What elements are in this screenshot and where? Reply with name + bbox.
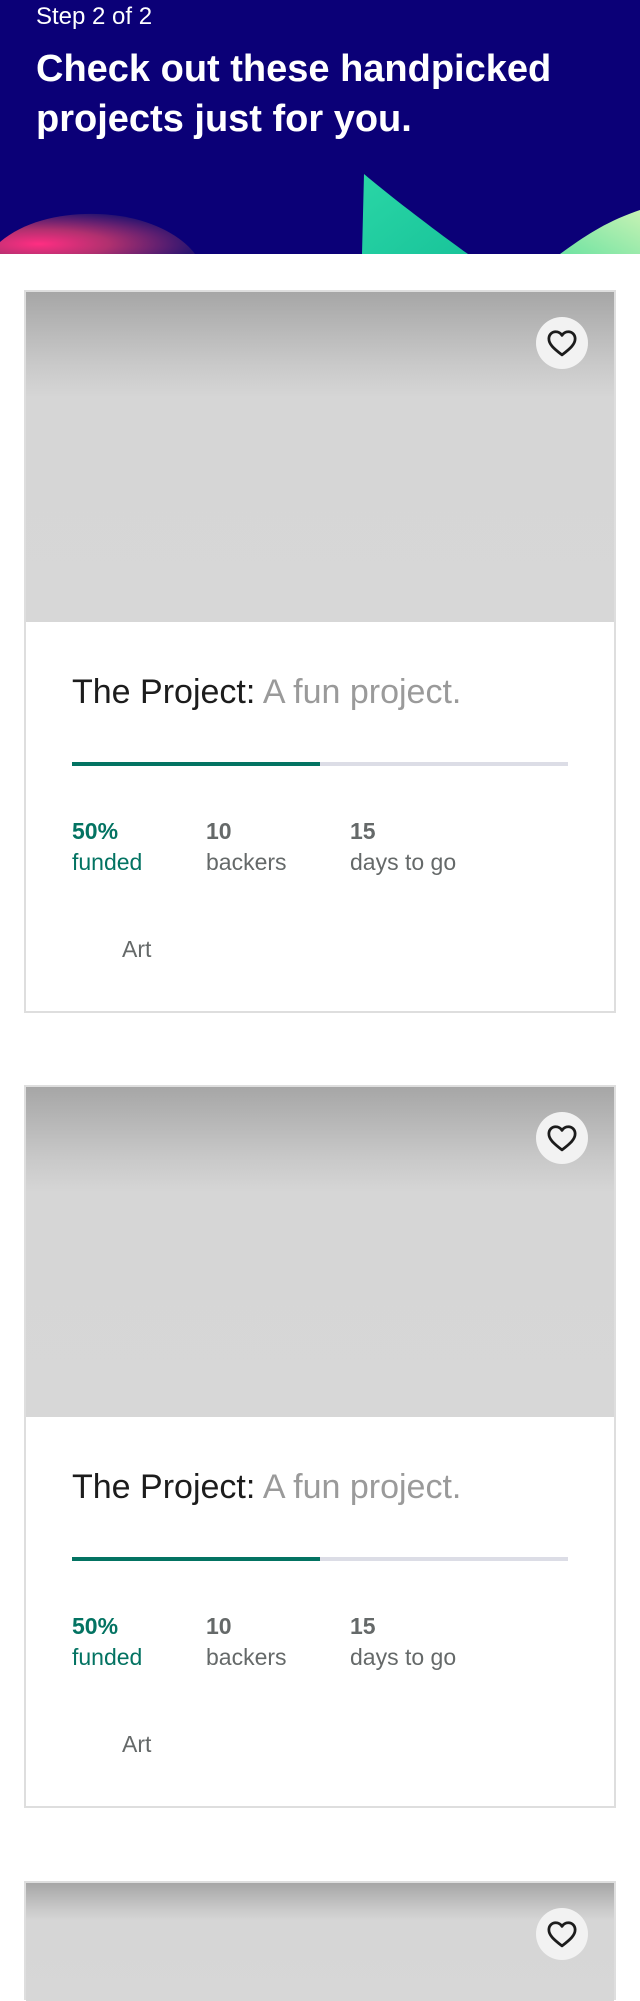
days-count: 15 bbox=[350, 818, 376, 844]
percent-funded-label: funded bbox=[72, 1644, 143, 1670]
project-category[interactable]: Art bbox=[122, 934, 151, 964]
project-name: The Project: bbox=[72, 1468, 256, 1506]
onboarding-header: Step 2 of 2 Check out these handpicked p… bbox=[0, 0, 640, 254]
heart-outline-icon bbox=[547, 1921, 577, 1948]
project-image[interactable] bbox=[26, 292, 614, 622]
heart-outline-icon bbox=[547, 1125, 577, 1152]
header-decoration bbox=[0, 174, 640, 254]
backers-label: backers bbox=[206, 849, 287, 875]
project-card[interactable] bbox=[24, 1881, 616, 2001]
funded-stat: 50% funded bbox=[72, 816, 142, 878]
funding-progress-fill bbox=[72, 1557, 320, 1561]
project-title[interactable]: The Project: A fun project. bbox=[72, 1465, 461, 1509]
funded-stat: 50% funded bbox=[72, 1611, 142, 1673]
page-title: Check out these handpicked projects just… bbox=[36, 48, 552, 140]
project-image[interactable] bbox=[26, 1883, 614, 2001]
days-label: days to go bbox=[350, 1644, 457, 1670]
percent-funded-label: funded bbox=[72, 849, 143, 875]
days-label: days to go bbox=[350, 849, 457, 875]
percent-funded-value: 50% bbox=[72, 818, 119, 844]
save-project-button[interactable] bbox=[536, 1908, 588, 1960]
project-name: The Project: bbox=[72, 673, 256, 711]
step-indicator: Step 2 of 2 bbox=[36, 3, 153, 30]
backers-count: 10 bbox=[206, 1613, 232, 1639]
project-card[interactable]: The Project: A fun project. 50% funded 1… bbox=[24, 1085, 616, 1808]
project-category[interactable]: Art bbox=[122, 1729, 151, 1759]
funding-progress-bar bbox=[72, 762, 568, 766]
project-blurb: A fun project. bbox=[262, 1468, 462, 1506]
percent-funded-value: 50% bbox=[72, 1613, 119, 1639]
save-project-button[interactable] bbox=[536, 1112, 588, 1164]
heart-outline-icon bbox=[547, 330, 577, 357]
project-title[interactable]: The Project: A fun project. bbox=[72, 670, 461, 714]
days-stat: 15 days to go bbox=[350, 816, 456, 878]
project-image[interactable] bbox=[26, 1087, 614, 1417]
project-card[interactable]: The Project: A fun project. 50% funded 1… bbox=[24, 290, 616, 1013]
backers-stat: 10 backers bbox=[206, 816, 287, 878]
backers-label: backers bbox=[206, 1644, 287, 1670]
funding-progress-bar bbox=[72, 1557, 568, 1561]
backers-count: 10 bbox=[206, 818, 232, 844]
backers-stat: 10 backers bbox=[206, 1611, 287, 1673]
days-stat: 15 days to go bbox=[350, 1611, 456, 1673]
days-count: 15 bbox=[350, 1613, 376, 1639]
funding-progress-fill bbox=[72, 762, 320, 766]
project-blurb: A fun project. bbox=[262, 673, 462, 711]
save-project-button[interactable] bbox=[536, 317, 588, 369]
